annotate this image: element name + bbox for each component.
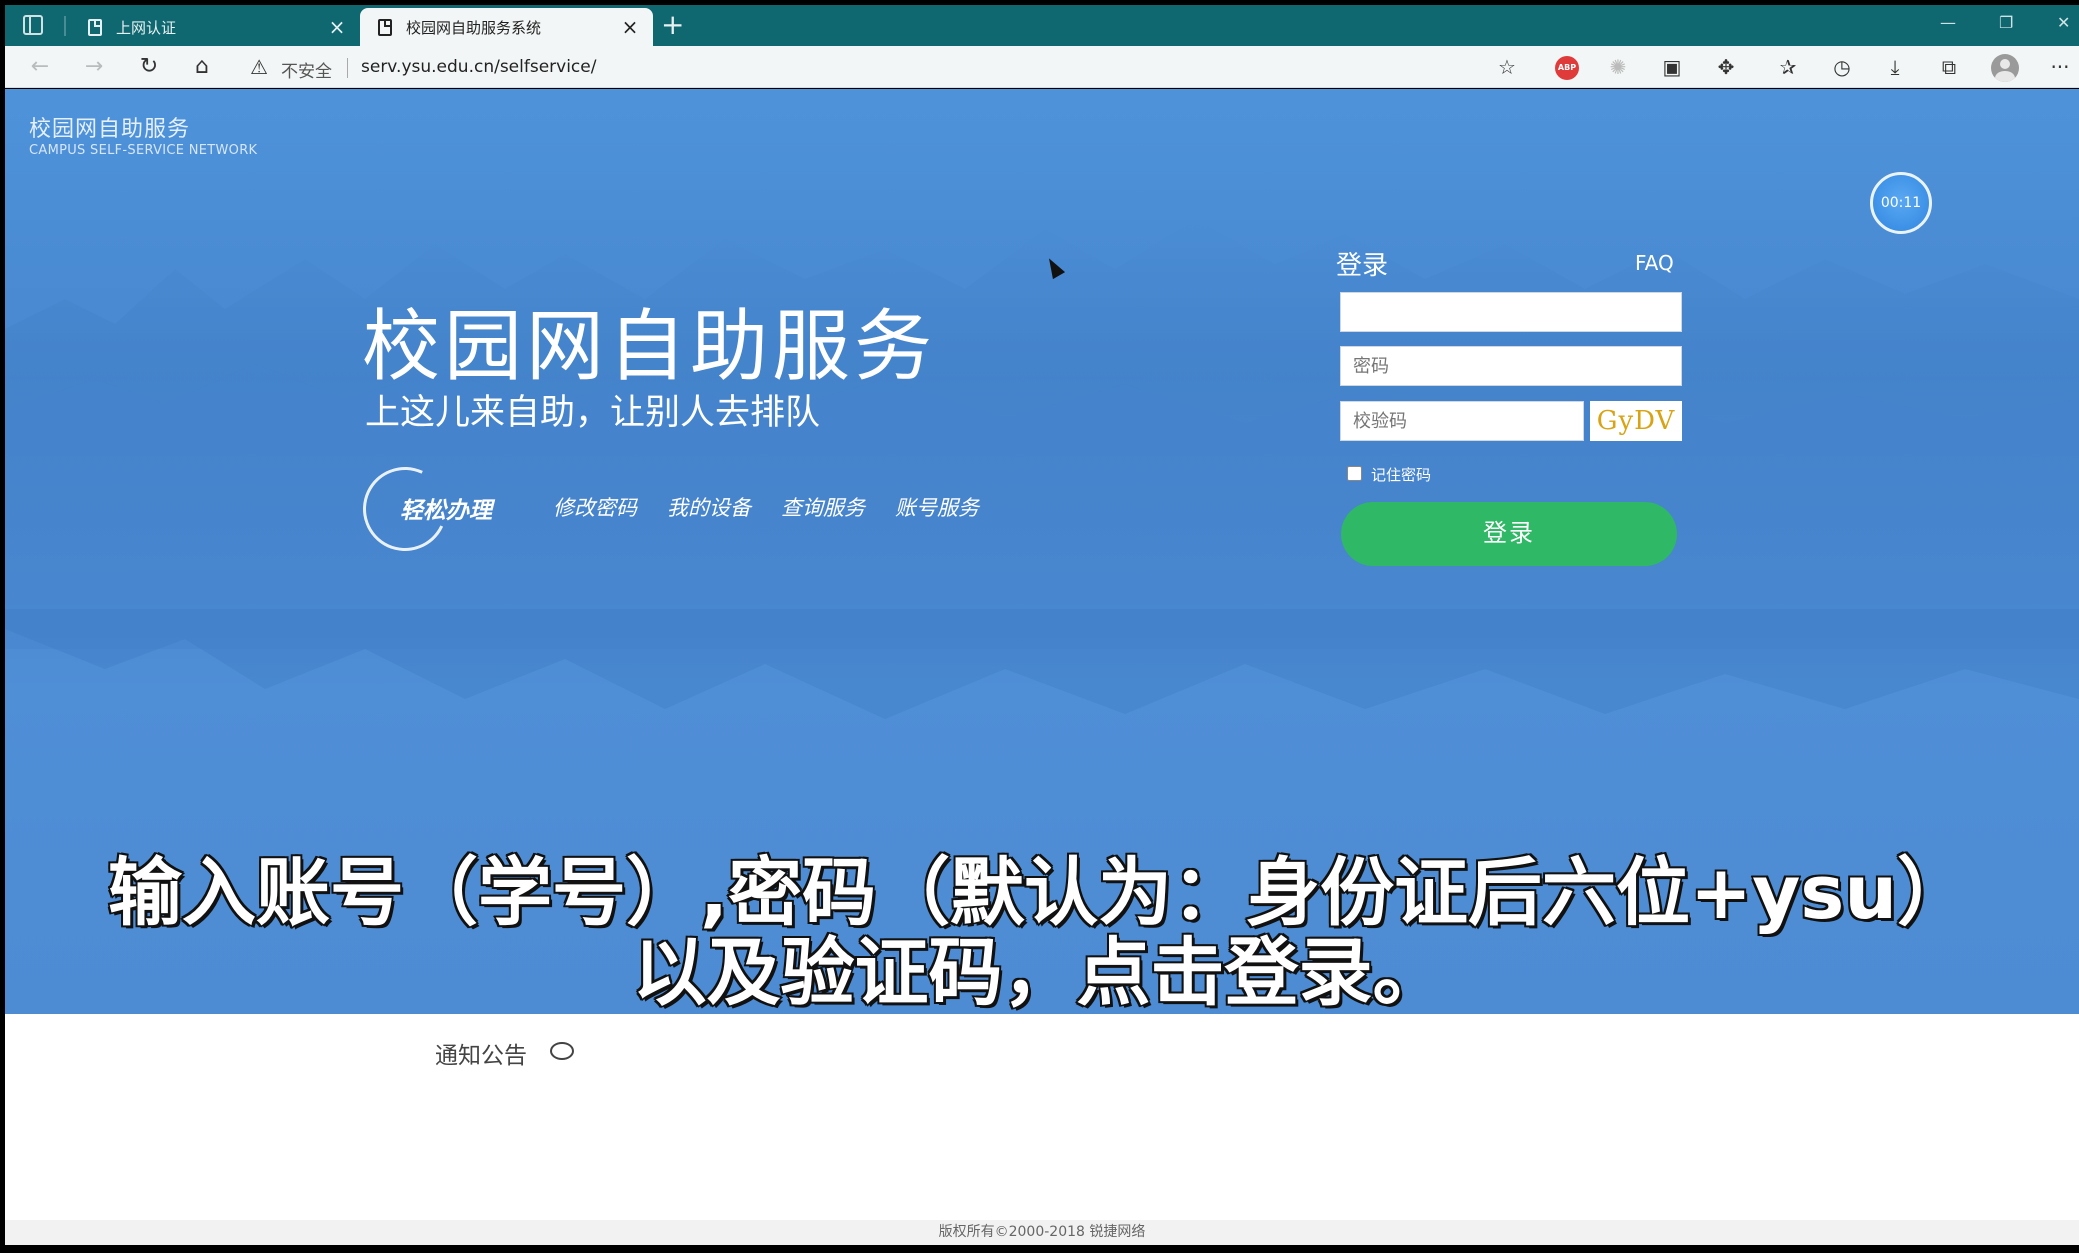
minimize-button[interactable]: — (1940, 13, 1956, 32)
collections-icon[interactable]: ⧉ (1936, 55, 1962, 79)
site-logo-subtitle: CAMPUS SELF-SERVICE NETWORK (29, 143, 258, 158)
tab-separator (64, 16, 66, 36)
tab-title: 上网认证 (116, 18, 177, 37)
home-icon[interactable]: ⌂ (187, 54, 217, 80)
security-label[interactable]: 不安全 (281, 57, 332, 82)
remember-password-label[interactable]: 记住密码 (1371, 464, 1431, 485)
faq-link[interactable]: FAQ (1635, 251, 1674, 275)
address-divider (347, 58, 348, 78)
username-input[interactable] (1340, 292, 1682, 332)
adblock-plus-icon[interactable]: ABP (1555, 56, 1579, 80)
close-window-button[interactable]: ✕ (2057, 13, 2070, 32)
notice-title[interactable]: 通知公告 (435, 1036, 527, 1070)
restore-button[interactable]: ❐ (1999, 13, 2013, 32)
tab-network-auth[interactable]: 上网认证 × (70, 8, 360, 46)
copyright-footer: 版权所有©2000-2018 锐捷网络 (5, 1220, 2079, 1245)
hero-subtitle: 上这儿来自助，让别人去排队 (365, 393, 821, 433)
puzzle-icon[interactable]: ✥ (1713, 55, 1739, 79)
extension-icon[interactable]: ✺ (1605, 55, 1631, 79)
profile-avatar-icon[interactable] (1991, 54, 2019, 82)
notice-section: 通知公告 (5, 1014, 2079, 1220)
browser-toolbar: ← → ↻ ⌂ ⚠ 不安全 serv.ysu.edu.cn/selfservic… (5, 46, 2079, 88)
easy-service-label: 轻松办理 (400, 498, 492, 524)
timer-badge: 00:11 (1870, 172, 1932, 234)
forest-reflection (5, 609, 2079, 719)
warning-icon[interactable]: ⚠ (250, 55, 268, 79)
tab-close-icon[interactable]: × (619, 17, 641, 37)
screen: 上网认证 × 校园网自助服务系统 × + — ❐ ✕ ← → ↻ ⌂ ⚠ 不安全… (0, 0, 2079, 1253)
remember-password-checkbox[interactable] (1347, 466, 1362, 481)
extension-icon[interactable]: ▣ (1659, 55, 1685, 79)
captcha-input[interactable] (1340, 401, 1584, 441)
quick-link-change-password[interactable]: 修改密码 (553, 492, 637, 522)
tab-self-service[interactable]: 校园网自助服务系统 × (360, 8, 653, 46)
back-arrow-icon[interactable]: ← (25, 54, 55, 80)
history-icon[interactable]: ◷ (1829, 55, 1855, 79)
login-button[interactable]: 登录 (1341, 502, 1677, 566)
tab-actions-icon[interactable] (23, 15, 43, 35)
page-icon (378, 18, 392, 36)
quick-link-query-service[interactable]: 查询服务 (781, 492, 865, 522)
forest-background (5, 219, 2079, 649)
add-favorite-icon[interactable]: ☆ (1494, 55, 1520, 79)
more-menu-icon[interactable]: ··· (2047, 55, 2073, 79)
reload-icon[interactable]: ↻ (134, 54, 164, 80)
site-logo-title[interactable]: 校园网自助服务 (29, 111, 190, 143)
quick-link-my-devices[interactable]: 我的设备 (667, 492, 751, 522)
hero-title: 校园网自助服务 (362, 302, 937, 392)
password-input[interactable] (1340, 346, 1682, 386)
login-title: 登录 (1336, 251, 1389, 281)
download-icon[interactable]: ⤓ (1882, 55, 1908, 79)
captcha-image[interactable]: GyDV (1590, 401, 1682, 441)
speech-bubble-icon (550, 1042, 574, 1060)
caption-line-2: 以及验证码，点击登录。 (631, 929, 1448, 1018)
quick-link-account-service[interactable]: 账号服务 (895, 492, 979, 522)
tab-close-icon[interactable]: × (326, 17, 348, 37)
new-tab-button[interactable]: + (661, 10, 684, 40)
browser-tab-bar: 上网认证 × 校园网自助服务系统 × + — ❐ ✕ (5, 5, 2079, 46)
address-bar-url[interactable]: serv.ysu.edu.cn/selfservice/ (361, 57, 596, 77)
forward-arrow-icon[interactable]: → (79, 54, 109, 80)
page-icon (88, 18, 102, 36)
tab-title: 校园网自助服务系统 (406, 18, 542, 37)
favorites-icon[interactable]: ✰ (1775, 55, 1801, 79)
